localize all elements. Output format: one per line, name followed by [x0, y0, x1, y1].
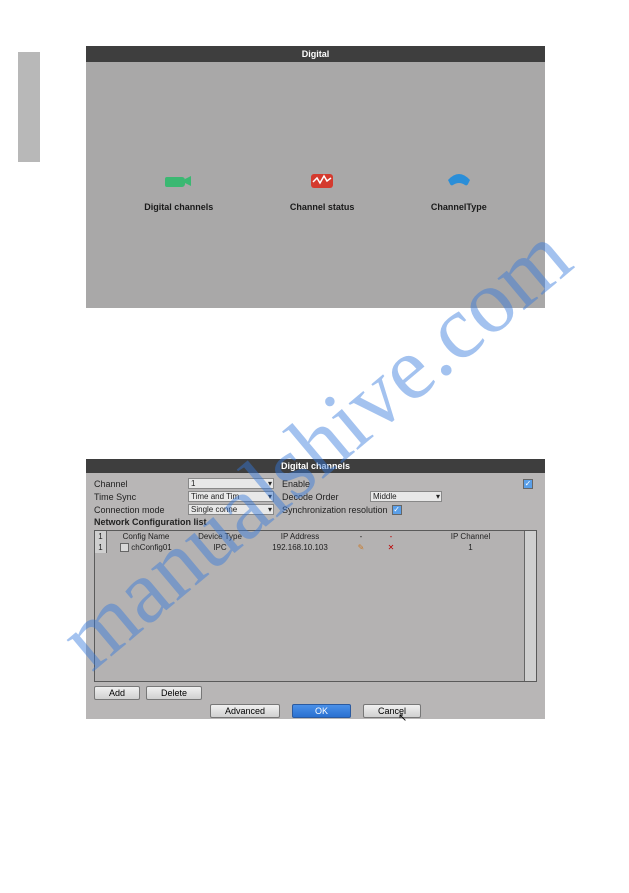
col-count: 1	[95, 531, 107, 542]
row-checkbox[interactable]	[120, 543, 129, 552]
conn-select[interactable]: Single conne▾	[188, 504, 274, 515]
nav-label: ChannelType	[431, 202, 487, 212]
col-type: Device Type	[185, 532, 255, 541]
form-area: Channel 1▾ Enable ✓ Time Sync Time and T…	[86, 473, 545, 530]
col-edit: -	[345, 532, 377, 541]
row-ip: 192.168.10.103	[255, 543, 345, 552]
conn-label: Connection mode	[94, 505, 184, 515]
sync-checkbox[interactable]: ✓	[392, 505, 402, 515]
chevron-down-icon: ▾	[268, 479, 273, 488]
sidebar-tab	[18, 52, 40, 162]
scrollbar[interactable]	[524, 531, 536, 681]
nav-channel-status[interactable]: Channel status	[290, 172, 355, 212]
delete-button[interactable]: Delete	[146, 686, 202, 700]
phone-icon	[445, 172, 473, 190]
enable-label: Enable	[282, 479, 366, 489]
digital-panel: Digital Digital channels Channel status …	[86, 46, 545, 308]
channel-label: Channel	[94, 479, 184, 489]
config-table: 1 Config Name Device Type IP Address - -…	[94, 530, 537, 682]
channel-select[interactable]: 1▾	[188, 478, 274, 489]
table-row[interactable]: 1 chConfig01 IPC 192.168.10.103 ✎ ✕ 1	[95, 542, 536, 553]
nav-label: Channel status	[290, 202, 355, 212]
delete-icon[interactable]: ✕	[377, 543, 405, 552]
col-name: Config Name	[107, 532, 185, 541]
dialog-buttons: Advanced OK Cancel	[86, 704, 545, 718]
ok-button[interactable]: OK	[292, 704, 351, 718]
nav-channel-type[interactable]: ChannelType	[431, 172, 487, 212]
timesync-label: Time Sync	[94, 492, 184, 502]
timesync-select[interactable]: Time and Tim▾	[188, 491, 274, 502]
enable-checkbox[interactable]: ✓	[523, 479, 533, 489]
nav-row: Digital channels Channel status ChannelT…	[86, 172, 545, 212]
col-del: -	[377, 532, 405, 541]
col-ch: IP Channel	[405, 532, 536, 541]
sync-label: Synchronization resolution	[282, 505, 388, 515]
col-ip: IP Address	[255, 532, 345, 541]
nav-digital-channels[interactable]: Digital channels	[144, 172, 213, 212]
digital-channels-dialog: Digital channels Channel 1▾ Enable ✓ Tim…	[86, 459, 545, 719]
row-ch: 1	[405, 543, 536, 552]
row-type: IPC	[185, 543, 255, 552]
row-name: chConfig01	[107, 543, 185, 552]
camera-icon	[165, 172, 193, 190]
chevron-down-icon: ▾	[268, 505, 273, 514]
edit-icon[interactable]: ✎	[345, 543, 377, 552]
chevron-down-icon: ▾	[268, 492, 273, 501]
advanced-button[interactable]: Advanced	[210, 704, 280, 718]
decode-select[interactable]: Middle▾	[370, 491, 442, 502]
row-idx: 1	[95, 542, 107, 553]
table-header: 1 Config Name Device Type IP Address - -…	[95, 531, 536, 542]
dialog-title: Digital channels	[86, 459, 545, 473]
panel-title: Digital	[86, 46, 545, 62]
chevron-down-icon: ▾	[436, 492, 441, 501]
row-buttons: Add Delete	[94, 686, 537, 700]
list-heading: Network Configuration list	[94, 517, 537, 527]
decode-label: Decode Order	[282, 492, 366, 502]
status-icon	[308, 172, 336, 190]
nav-label: Digital channels	[144, 202, 213, 212]
cancel-button[interactable]: Cancel	[363, 704, 421, 718]
add-button[interactable]: Add	[94, 686, 140, 700]
